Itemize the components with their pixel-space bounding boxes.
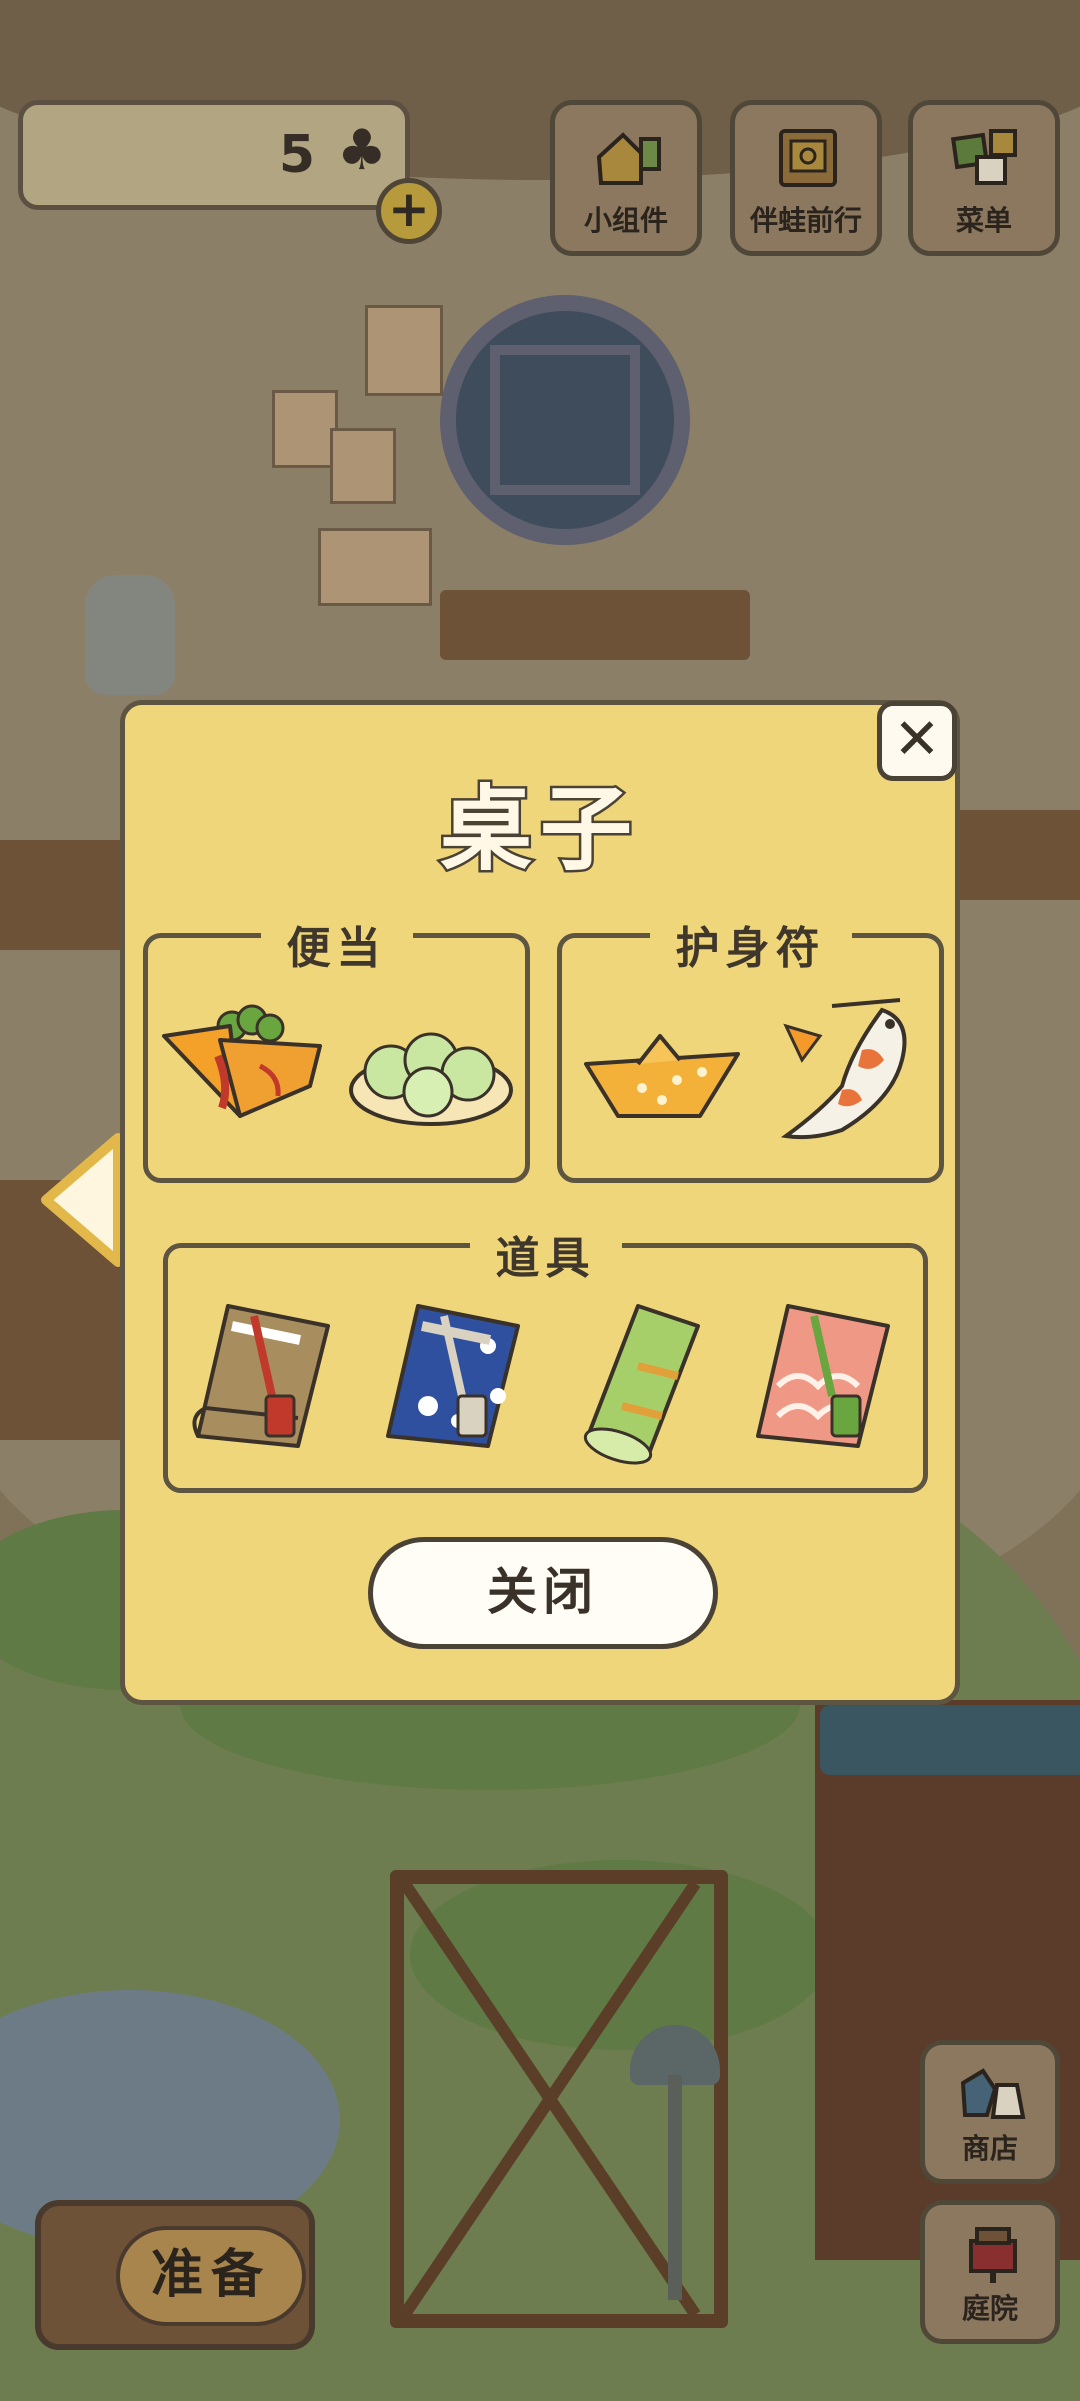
travel-companion-button-label: 伴蛙前行 [749, 204, 862, 237]
prepare-button-label: 准备 [116, 2226, 306, 2326]
garden-button[interactable]: 庭院 [920, 2200, 1060, 2344]
menu-button-label: 菜单 [955, 204, 1012, 237]
clover-icon: ♣ [336, 118, 387, 183]
pink-cloud-bedroll-icon[interactable] [748, 1296, 898, 1466]
wall-note [272, 390, 338, 468]
bento-omelette-rice-icon[interactable] [160, 996, 330, 1136]
left-arrow-icon[interactable] [38, 1130, 126, 1270]
book-stack [440, 590, 750, 660]
menu-button[interactable]: 菜单 [908, 100, 1060, 256]
widget-button[interactable]: 小组件 [550, 100, 702, 256]
clover-count: 5 [278, 125, 315, 185]
paper-boat-charm-icon[interactable] [582, 1028, 742, 1128]
wall-note [318, 528, 432, 606]
shop-counter-top [820, 1705, 1080, 1775]
add-clover-button[interactable]: + [376, 178, 442, 244]
menu-icon [951, 129, 1017, 185]
wall-note [365, 305, 443, 396]
tools-section-label: 道具 [469, 1222, 622, 1286]
green-bedroll-icon[interactable] [578, 1296, 708, 1466]
charm-section-label: 护身符 [649, 912, 852, 976]
garden-icon [969, 2227, 1017, 2283]
shop-icon [960, 2068, 1026, 2119]
tools-section: 道具 [163, 1222, 928, 1493]
widget-button-label: 小组件 [583, 204, 668, 237]
dialog-title: 桌子 [437, 774, 640, 886]
wooden-shelf [0, 840, 130, 950]
clover-counter: 5 ♣ [18, 100, 410, 210]
bento-section-label: 便当 [260, 912, 413, 976]
bento-section: 便当 [143, 912, 530, 1183]
blue-floral-bedroll-icon[interactable] [378, 1296, 528, 1466]
shop-button[interactable]: 商店 [920, 2040, 1060, 2184]
tan-bedroll-icon[interactable] [188, 1296, 338, 1466]
bento-dumplings-icon[interactable] [346, 1010, 516, 1130]
garden-button-label: 庭院 [961, 2292, 1018, 2325]
table-dialog: 桌子 便当 护身符 道具 关闭 [120, 700, 960, 1705]
lamp-pole [668, 2075, 682, 2300]
koi-fish-charm-icon[interactable] [772, 990, 932, 1150]
charm-section: 护身符 [557, 912, 944, 1183]
close-button[interactable]: 关闭 [368, 1537, 718, 1649]
widget-icon [596, 132, 661, 185]
travel-companion-icon [779, 129, 837, 187]
wall-note [330, 428, 396, 504]
travel-companion-button[interactable]: 伴蛙前行 [730, 100, 882, 256]
shop-button-label: 商店 [961, 2132, 1018, 2165]
round-window [440, 295, 690, 545]
prepare-button[interactable]: 准备 [35, 2200, 315, 2350]
vase [85, 575, 175, 695]
close-icon[interactable]: ✕ [877, 701, 957, 781]
